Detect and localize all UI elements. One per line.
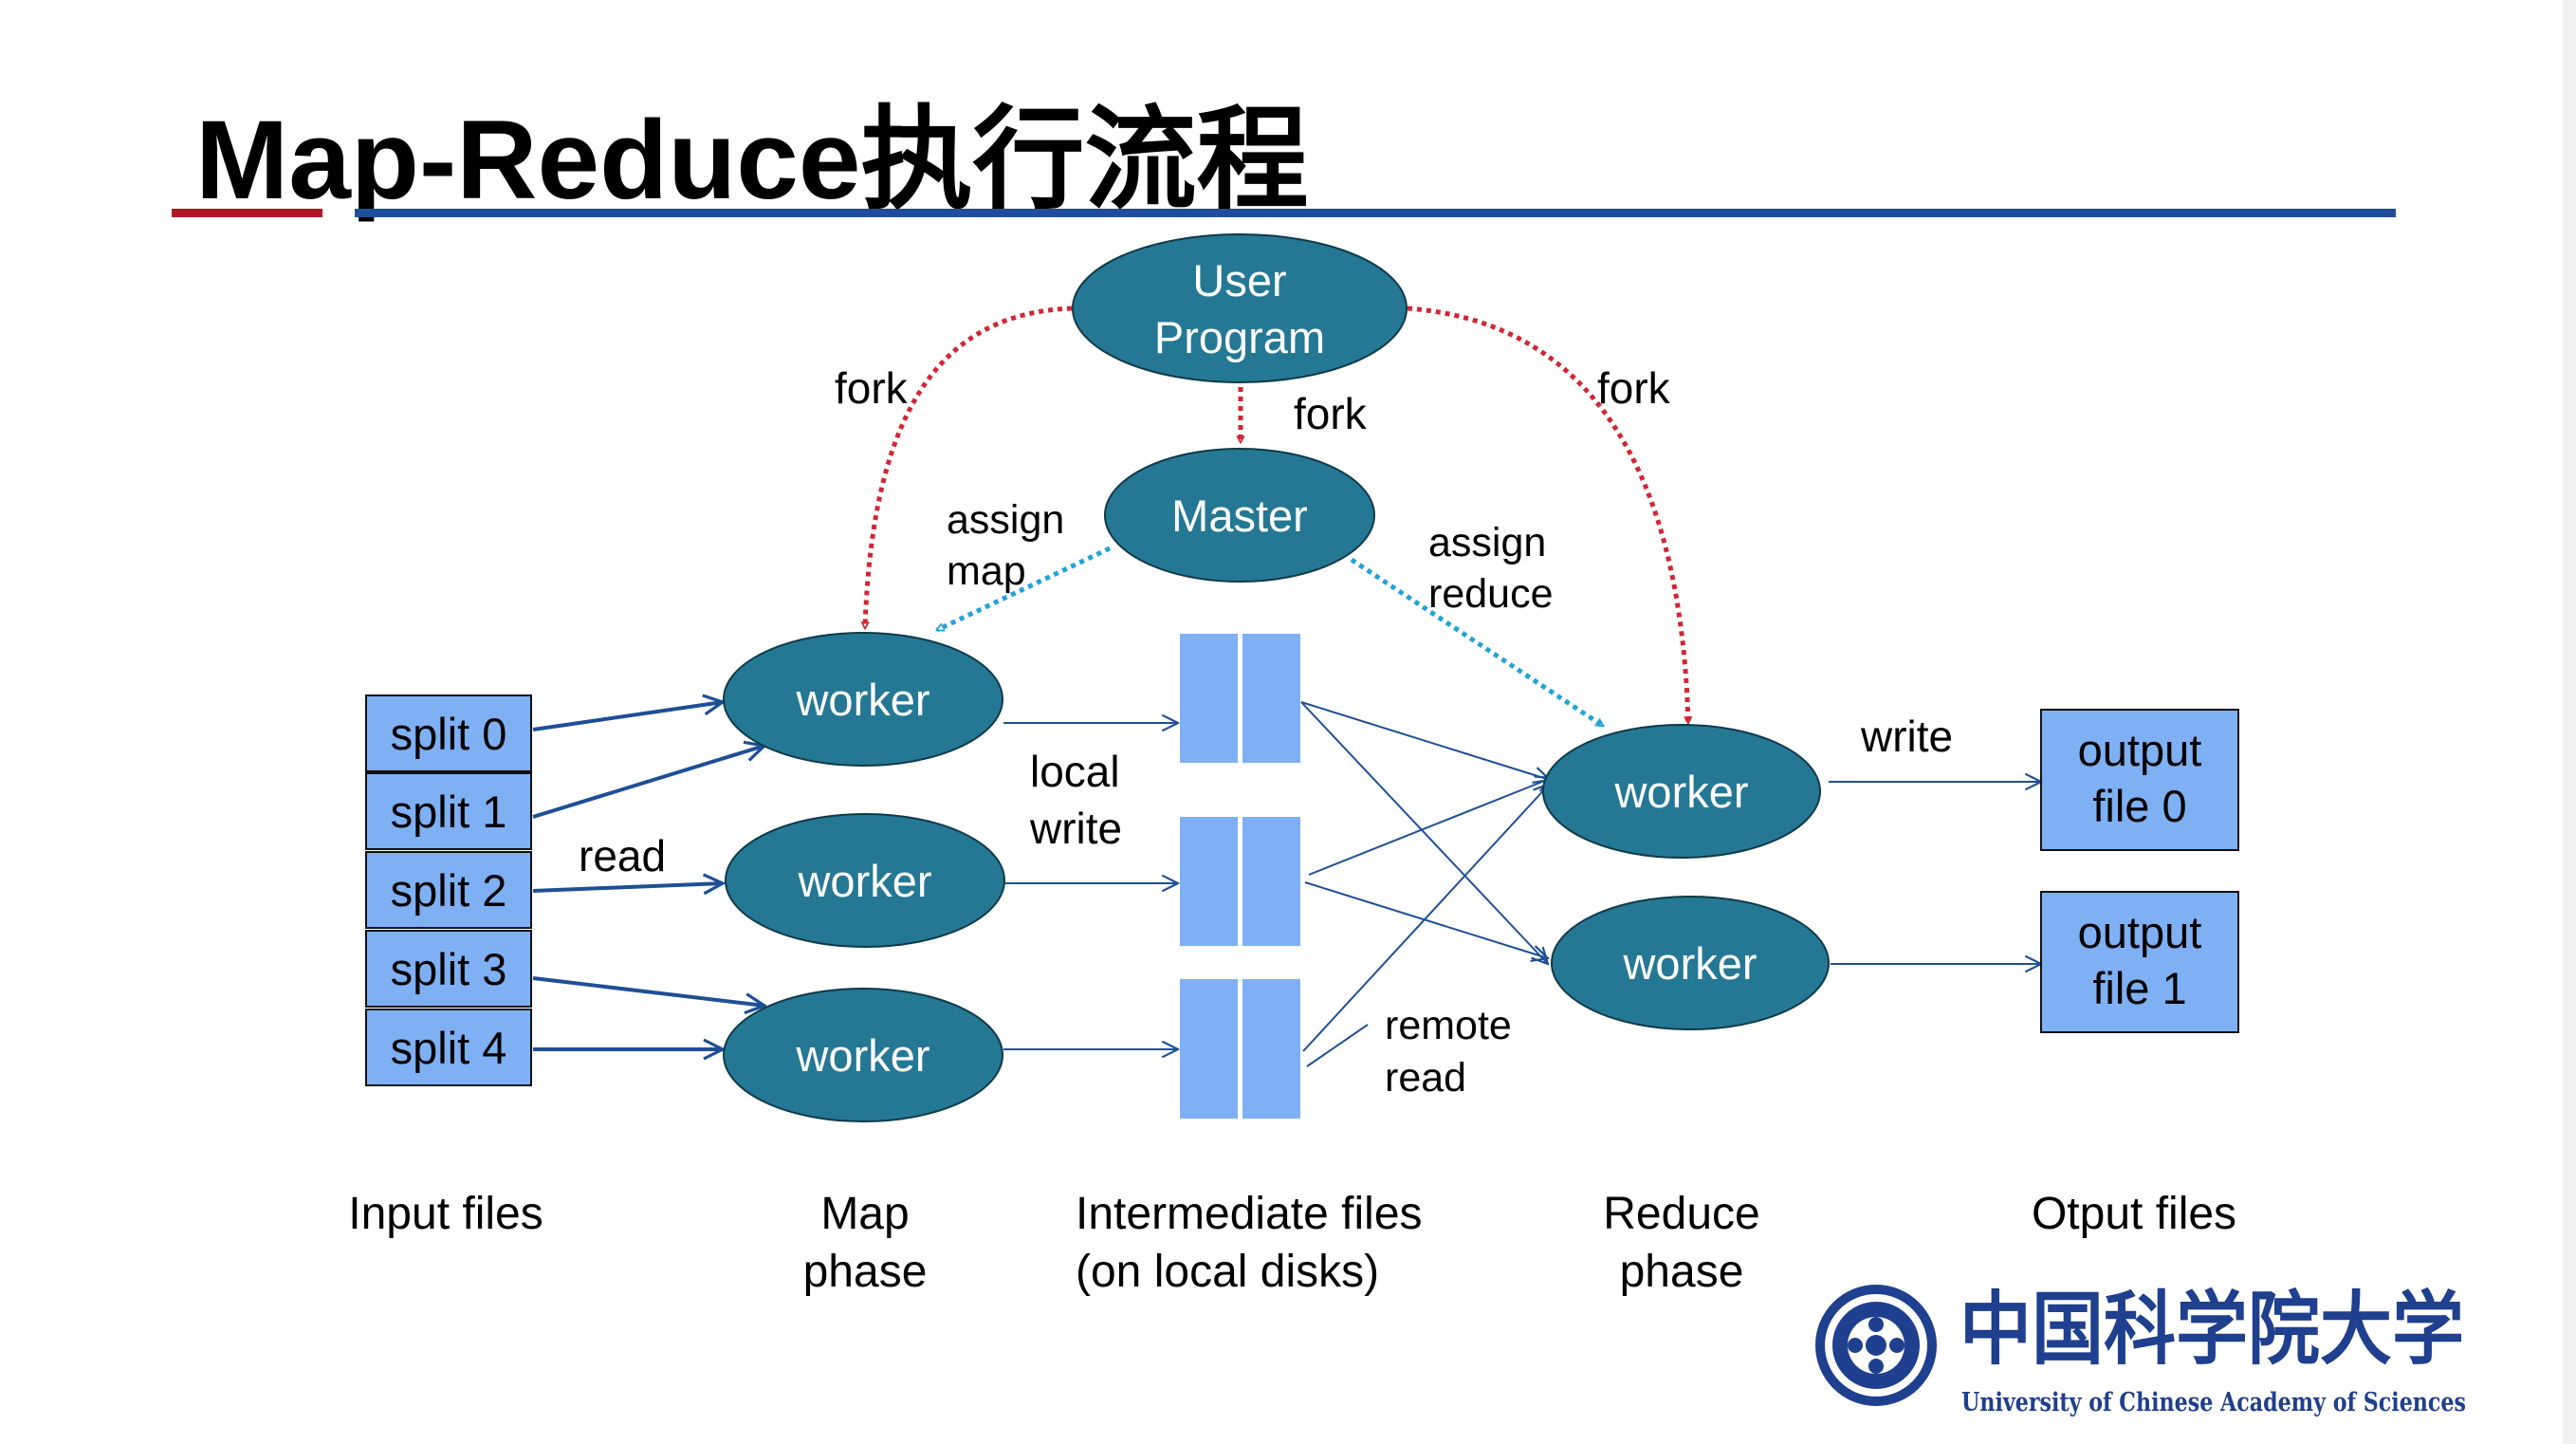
remote-read-line-c (1308, 778, 1552, 876)
map-worker-2: worker (725, 813, 1005, 948)
input-splits: split 0 split 1 split 2 split 3 split 4 (365, 694, 532, 1086)
local-write-label-line2: write (1029, 804, 1122, 853)
caption-reduce-line1: Reduce (1603, 1189, 1759, 1239)
caption-map-line2: phase (803, 1247, 928, 1297)
reduce-worker-2: worker (1551, 896, 1830, 1030)
remote-read-label-line2: read (1385, 1055, 1466, 1101)
map-worker-2-label: worker (797, 856, 931, 906)
map-worker-1: worker (723, 632, 1003, 767)
caption-map-line1: Map (820, 1189, 909, 1239)
intermediate-file-2b (1242, 817, 1300, 946)
ucas-logo: 中国科学院大学 University of Chinese Academy of… (1815, 1282, 2466, 1417)
user-program-label-line2: Program (1154, 312, 1325, 362)
slide: Map-Reduce执行流程 User Program Master worke… (0, 0, 2576, 1444)
remote-read-pointer (1306, 1024, 1369, 1067)
remote-read-line-d (1304, 881, 1548, 958)
intermediate-file-1a (1180, 634, 1238, 763)
map-worker-3-label: worker (795, 1030, 929, 1081)
split-label-3: split 3 (391, 944, 507, 994)
read-arrow-split0 (532, 702, 723, 731)
assign-map-label-line1: assign (947, 497, 1064, 543)
master-label: Master (1171, 491, 1308, 541)
reduce-worker-1-label: worker (1613, 767, 1748, 817)
map-worker-3: worker (723, 988, 1003, 1122)
read-arrow-split2 (532, 883, 723, 891)
reduce-worker-2-label: worker (1622, 938, 1757, 989)
read-arrow-split1 (532, 746, 764, 819)
reduce-worker-1: worker (1542, 724, 1821, 859)
read-arrow-split3 (532, 976, 764, 1006)
intermediate-files (1180, 634, 1300, 1119)
local-write-label-line1: local (1030, 747, 1120, 796)
caption-intermediate-line2: (on local disks) (1076, 1247, 1379, 1297)
fork-label-right: fork (1597, 363, 1671, 413)
caption-reduce-line2: phase (1620, 1247, 1744, 1297)
fork-label-left: fork (835, 363, 909, 413)
assign-reduce-label-line2: reduce (1428, 571, 1553, 617)
assign-reduce-label-line1: assign (1428, 520, 1546, 565)
intermediate-file-3a (1180, 979, 1238, 1119)
user-program-node: User Program (1072, 233, 1408, 383)
output-file-0-line1: output (2078, 725, 2202, 775)
split-label-4: split 4 (391, 1023, 507, 1073)
output-file-1: output file 1 (2040, 891, 2239, 1033)
output-file-1-line1: output (2078, 907, 2202, 957)
ucas-seal-icon (1815, 1285, 1937, 1406)
remote-read-label-line1: remote (1385, 1003, 1512, 1048)
output-file-1-line2: file 1 (2092, 963, 2186, 1013)
intermediate-file-3b (1242, 979, 1300, 1119)
intermediate-file-1b (1242, 634, 1300, 763)
output-file-0-line2: file 0 (2092, 781, 2186, 831)
user-program-label-line1: User (1192, 255, 1286, 305)
logo-name-en: University of Chinese Academy of Science… (1961, 1388, 2466, 1417)
caption-output-files: Otput files (2032, 1189, 2236, 1239)
write-label: write (1860, 712, 1953, 761)
read-label: read (579, 831, 666, 880)
master-node: Master (1104, 448, 1375, 583)
output-file-0: output file 0 (2040, 709, 2239, 851)
intermediate-file-2a (1180, 817, 1238, 946)
caption-input-files: Input files (348, 1189, 543, 1239)
split-label-1: split 1 (391, 787, 507, 837)
fork-label-center: fork (1294, 389, 1368, 438)
mapreduce-diagram: User Program Master worker worker worker… (348, 233, 2466, 1417)
caption-intermediate-line1: Intermediate files (1076, 1189, 1423, 1239)
split-label-2: split 2 (391, 865, 507, 916)
split-label-0: split 0 (391, 709, 507, 759)
map-worker-1-label: worker (795, 675, 929, 725)
logo-name-cn: 中国科学院大学 (1960, 1282, 2464, 1376)
assign-map-label-line2: map (947, 548, 1026, 594)
